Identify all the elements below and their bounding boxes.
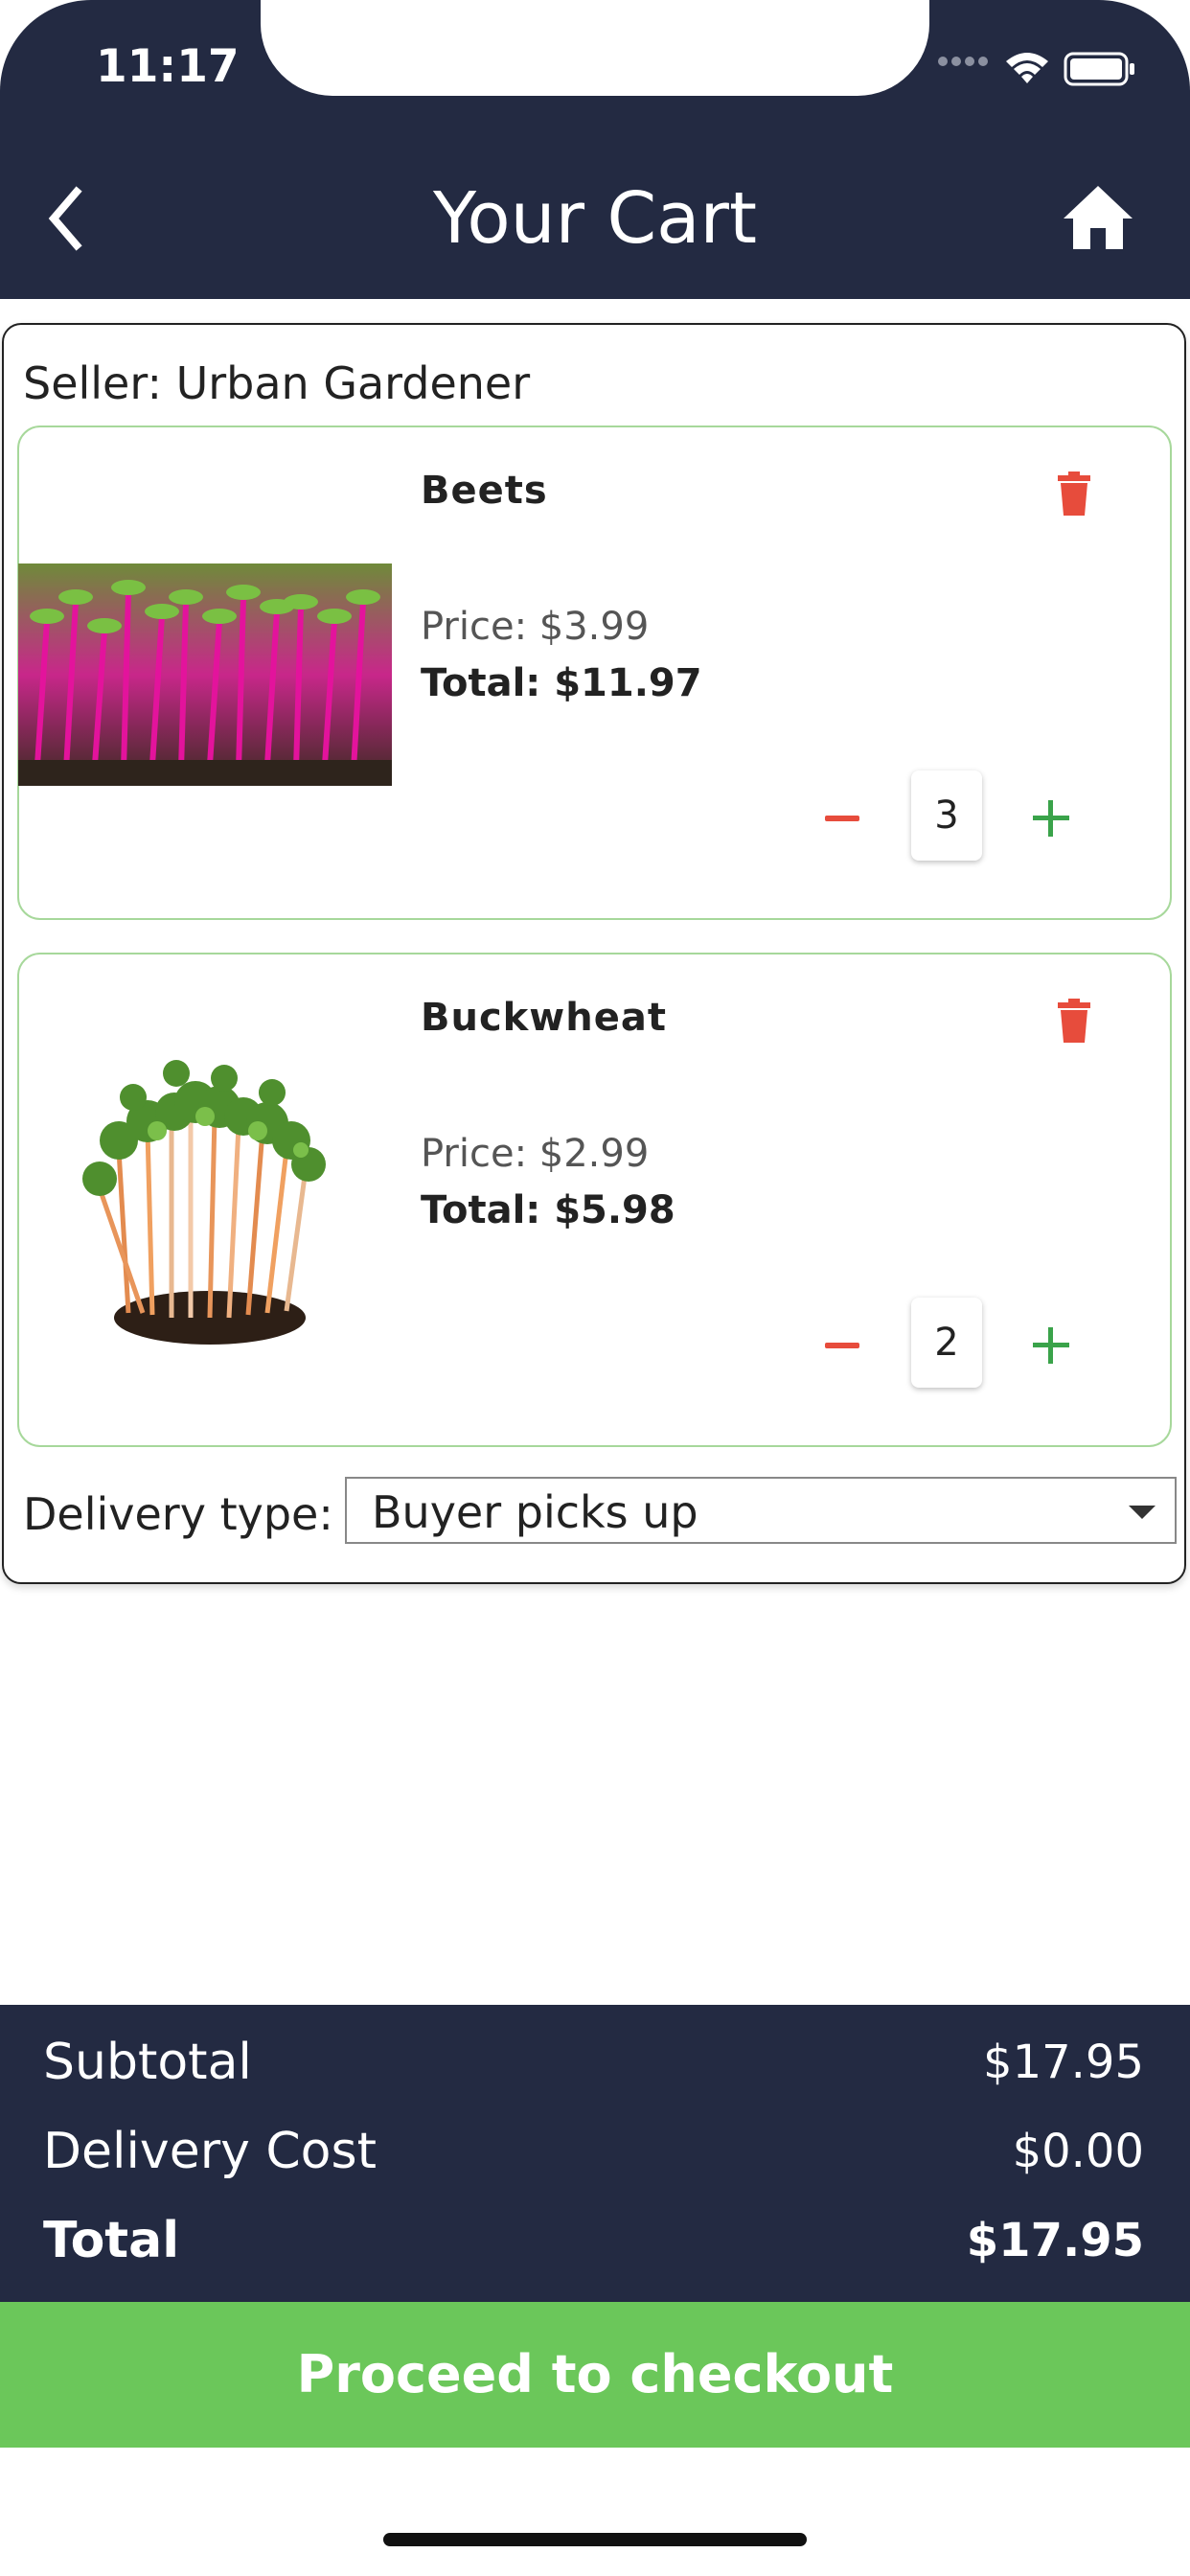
seller-name: Seller: Urban Gardener (23, 357, 531, 409)
delivery-cost-label: Delivery Cost (43, 2123, 377, 2180)
total-value: $17.95 (966, 2214, 1144, 2267)
total-label: Total (43, 2212, 180, 2269)
increase-quantity-button[interactable] (1032, 799, 1070, 838)
subtotal-value: $17.95 (983, 2036, 1144, 2089)
decrease-quantity-button[interactable] (825, 816, 859, 821)
item-price: Price: $2.99 (421, 1132, 650, 1176)
trash-icon[interactable] (1058, 999, 1090, 1043)
plus-icon-vertical (1048, 800, 1053, 837)
device-notch (261, 0, 929, 96)
page-title: Your Cart (433, 177, 757, 260)
item-price: Price: $3.99 (421, 605, 650, 649)
proceed-to-checkout-button[interactable]: Proceed to checkout (0, 2302, 1190, 2448)
wifi-icon (1006, 53, 1048, 83)
beets-image (18, 564, 392, 786)
cellular-signal-icon (938, 57, 988, 66)
quantity-value: 3 (911, 770, 982, 861)
plus-icon-vertical (1048, 1327, 1053, 1364)
trash-icon[interactable] (1058, 472, 1090, 516)
item-total: Total: $11.97 (421, 661, 702, 705)
delivery-type-value: Buyer picks up (372, 1486, 698, 1538)
home-indicator (383, 2533, 807, 2546)
status-time: 11:17 (96, 40, 240, 93)
home-icon[interactable] (1062, 182, 1134, 251)
quantity-value: 2 (911, 1298, 982, 1388)
delivery-type-select[interactable]: Buyer picks up (345, 1477, 1177, 1544)
delivery-type-label: Delivery type: (23, 1488, 333, 1540)
decrease-quantity-button[interactable] (825, 1343, 859, 1348)
battery-icon (1064, 52, 1134, 86)
buckwheat-image (82, 1060, 326, 1345)
item-name: Beets (421, 469, 548, 513)
delivery-cost-value: $0.00 (1012, 2125, 1144, 2178)
dropdown-caret-icon (1129, 1506, 1156, 1519)
increase-quantity-button[interactable] (1032, 1326, 1070, 1365)
item-total: Total: $5.98 (421, 1188, 675, 1232)
subtotal-label: Subtotal (43, 2034, 252, 2091)
item-name: Buckwheat (421, 996, 667, 1040)
